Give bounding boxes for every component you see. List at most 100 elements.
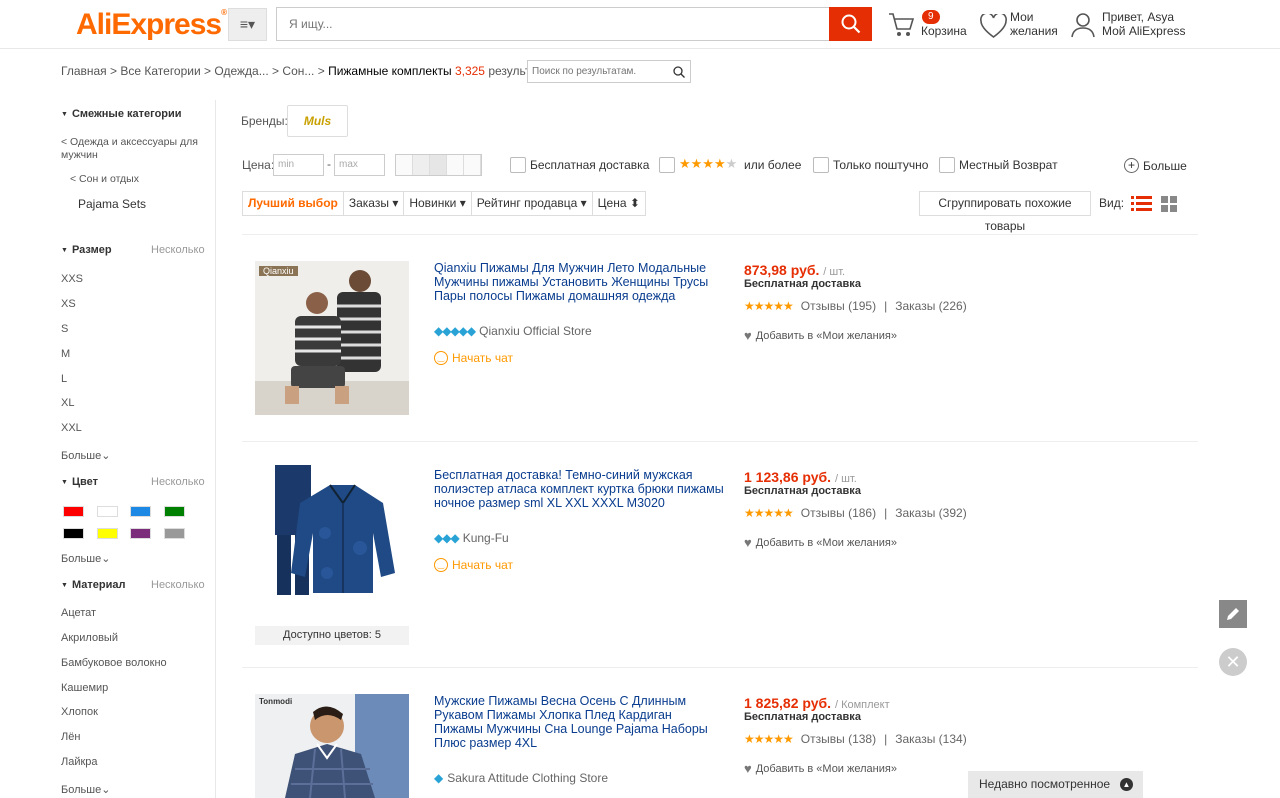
search-button[interactable] (829, 7, 872, 41)
product-image[interactable] (255, 463, 409, 617)
rating-checkbox[interactable] (659, 157, 675, 173)
size-option[interactable]: XL (61, 397, 74, 409)
chat-button[interactable]: ‿ Начать чат (434, 351, 513, 365)
material-option[interactable]: Кашемир (61, 682, 108, 694)
user-icon[interactable] (1071, 12, 1095, 38)
brand-muls-button[interactable]: Muls (287, 105, 348, 137)
breadcrumb-clothes[interactable]: Одежда... (214, 64, 268, 78)
sidebar-cat-men-clothes[interactable]: < Одежда и аксессуары для мужчин (61, 136, 209, 162)
feedback-edit-button[interactable] (1219, 600, 1247, 628)
material-option[interactable]: Ацетат (61, 607, 96, 619)
color-swatch[interactable] (130, 506, 151, 517)
color-swatch[interactable] (63, 528, 84, 539)
reviews-link[interactable]: Отзывы (138) (801, 732, 876, 746)
plus-circle-icon: + (1124, 158, 1139, 173)
color-swatch[interactable] (164, 528, 185, 539)
product-title[interactable]: Бесплатная доставка! Темно-синий мужская… (434, 468, 724, 510)
product-title[interactable]: Qianxiu Пижамы Для Мужчин Лето Модальные… (434, 261, 724, 303)
price-label: Цена: (242, 158, 275, 172)
size-option[interactable]: XS (61, 298, 76, 310)
categories-menu-button[interactable]: ≡▾ (228, 8, 267, 41)
wishlist-label[interactable]: Мои желания (1010, 10, 1058, 38)
aliexpress-logo[interactable]: AliExpress® (76, 8, 227, 42)
reviews-link[interactable]: Отзывы (186) (801, 506, 876, 520)
sidebar-cat-pajama-sets[interactable]: Pajama Sets (78, 197, 146, 211)
color-swatch[interactable] (97, 506, 118, 517)
cart-label[interactable]: Корзина (921, 24, 967, 38)
size-more-link[interactable]: Больше⌄ (61, 449, 110, 462)
color-swatch[interactable] (97, 528, 118, 539)
color-swatch[interactable] (130, 528, 151, 539)
close-float-button[interactable]: ✕ (1219, 648, 1247, 676)
local-return-label[interactable]: Местный Возврат (959, 158, 1058, 172)
sort-seller-rating[interactable]: Рейтинг продавца ▾ (472, 192, 593, 215)
recently-viewed-bar[interactable]: Недавно посмотренное ▲ (968, 771, 1143, 798)
reviews-link[interactable]: Отзывы (195) (801, 299, 876, 313)
size-option[interactable]: L (61, 373, 67, 385)
size-option[interactable]: M (61, 348, 70, 360)
store-name: Sakura Attitude Clothing Store (447, 771, 608, 785)
size-multi[interactable]: Несколько (151, 244, 205, 256)
material-more-link[interactable]: Больше⌄ (61, 783, 110, 796)
color-swatch[interactable] (164, 506, 185, 517)
product-title[interactable]: Мужские Пижамы Весна Осень С Длинным Рук… (434, 694, 724, 750)
local-return-checkbox[interactable] (939, 157, 955, 173)
material-option[interactable]: Хлопок (61, 706, 98, 718)
store-link[interactable]: ◆◆◆◆◆ Qianxiu Official Store (434, 324, 592, 338)
size-option[interactable]: XXS (61, 273, 83, 285)
material-title[interactable]: Материал (61, 579, 126, 591)
material-multi[interactable]: Несколько (151, 579, 205, 591)
chevron-up-icon: ▲ (1120, 778, 1133, 791)
sidebar-cat-sleep[interactable]: < Сон и отдых (70, 173, 139, 185)
price-min-input[interactable]: min (273, 154, 324, 176)
free-shipping-checkbox[interactable] (510, 157, 526, 173)
search-input[interactable] (277, 8, 829, 40)
color-title[interactable]: Цвет (61, 476, 98, 488)
per-piece-checkbox[interactable] (813, 157, 829, 173)
breadcrumb-sleep[interactable]: Сон... (282, 64, 314, 78)
add-to-wishlist-button[interactable]: ♥ Добавить в «Мои желания» (744, 535, 897, 550)
free-shipping-label[interactable]: Бесплатная доставка (530, 158, 649, 172)
size-title[interactable]: Размер (61, 244, 112, 256)
related-categories-title[interactable]: Смежные категории (61, 108, 182, 120)
add-to-wishlist-button[interactable]: ♥ Добавить в «Мои желания» (744, 761, 897, 776)
heart-icon[interactable] (980, 14, 1007, 39)
sort-best-match[interactable]: Лучший выбор (243, 192, 344, 215)
search-icon[interactable] (673, 66, 685, 78)
free-shipping-text: Бесплатная доставка (744, 278, 861, 290)
list-view-icon[interactable] (1131, 195, 1152, 212)
size-option[interactable]: S (61, 323, 68, 335)
per-piece-label[interactable]: Только поштучно (833, 158, 928, 172)
material-option[interactable]: Акриловый (61, 632, 118, 644)
material-option[interactable]: Лён (61, 731, 80, 743)
store-link[interactable]: ◆◆◆ Kung-Fu (434, 531, 509, 545)
account-label[interactable]: Привет, Asya Мой AliExpress (1102, 10, 1186, 38)
cart-icon[interactable] (888, 12, 916, 38)
price-max-input[interactable]: max (334, 154, 385, 176)
product-image-brand: Tonmodi (259, 697, 293, 706)
group-similar-button[interactable]: Сгруппировать похожие товары (919, 191, 1091, 233)
chat-icon: ‿ (434, 558, 448, 572)
size-option[interactable]: XXL (61, 422, 82, 434)
product-image[interactable]: Qianxiu (255, 261, 409, 415)
breadcrumb-all-categories[interactable]: Все Категории (120, 64, 200, 78)
chat-button[interactable]: ‿ Начать чат (434, 558, 513, 572)
material-option[interactable]: Лайкра (61, 756, 98, 768)
sort-new[interactable]: Новинки ▾ (404, 192, 472, 215)
sort-price[interactable]: Цена ⬍ (593, 192, 645, 215)
sort-orders[interactable]: Заказы ▾ (344, 192, 405, 215)
more-filters-button[interactable]: + Больше (1124, 158, 1187, 173)
grid-view-icon[interactable] (1161, 196, 1177, 212)
product-image[interactable]: Tonmodi (255, 694, 409, 798)
results-search-input[interactable] (528, 61, 668, 82)
sort-rating-label: Рейтинг продавца (476, 196, 578, 210)
color-swatch[interactable] (63, 506, 84, 517)
price-range-histogram[interactable] (395, 154, 482, 176)
color-multi[interactable]: Несколько (151, 476, 205, 488)
store-link[interactable]: ◆ Sakura Attitude Clothing Store (434, 771, 608, 785)
material-option[interactable]: Бамбуковое волокно (61, 657, 167, 669)
rating-or-more-label[interactable]: или более (744, 158, 801, 172)
color-more-link[interactable]: Больше⌄ (61, 552, 110, 565)
add-to-wishlist-button[interactable]: ♥ Добавить в «Мои желания» (744, 328, 897, 343)
breadcrumb-home[interactable]: Главная (61, 64, 107, 78)
